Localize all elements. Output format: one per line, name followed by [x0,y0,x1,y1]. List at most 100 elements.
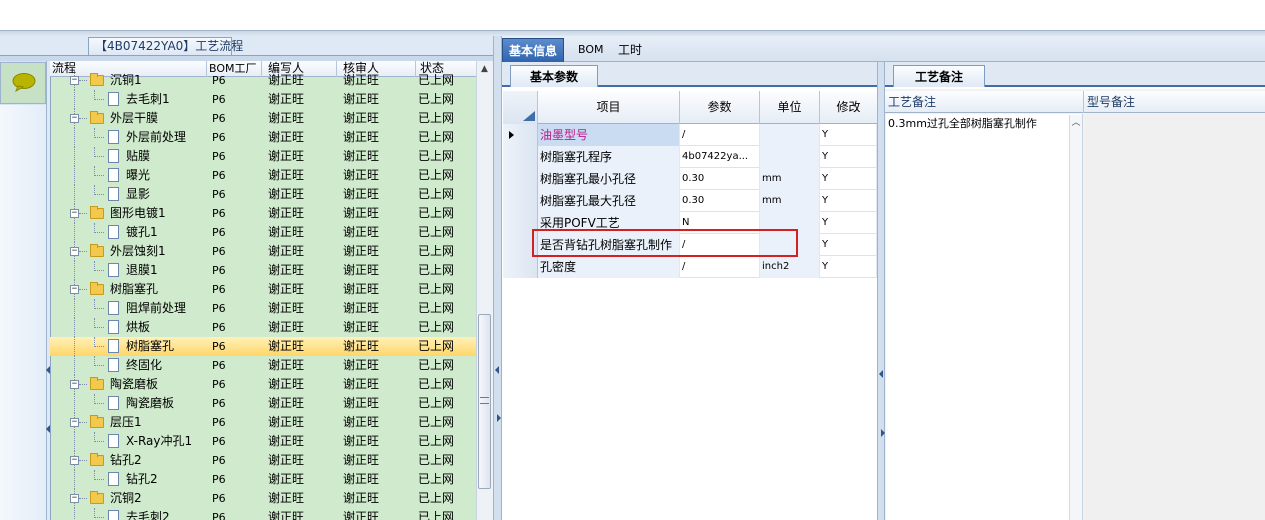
tree-folder-row[interactable]: − 层压1 P6 谢正旺 谢正旺 已上网 [50,413,476,432]
col-header-modify[interactable]: 修改 [820,91,877,124]
tab-basic-info[interactable]: 基本信息 [502,38,565,62]
collapse-toggle-icon[interactable]: − [70,456,79,465]
param-modify-cell[interactable]: Y [820,146,877,168]
tab-basic-params[interactable]: 基本参数 [510,65,598,87]
tree-step-row[interactable]: 贴膜 P6 谢正旺 谢正旺 已上网 [50,147,476,166]
param-row[interactable]: 油墨型号 / Y [503,124,877,146]
tree-step-row[interactable]: 去毛刺2 P6 谢正旺 谢正旺 已上网 [50,508,476,520]
param-modify-cell[interactable]: Y [820,190,877,212]
param-unit-cell[interactable] [760,124,820,146]
collapse-left-arrow-icon[interactable] [46,425,50,433]
tree-step-row[interactable]: 树脂塞孔 P6 谢正旺 谢正旺 已上网 [50,337,476,356]
collapse-left-arrow-icon[interactable] [495,366,499,374]
tree-line [74,185,75,204]
param-modify-cell[interactable]: Y [820,124,877,146]
tree-folder-row[interactable]: − 沉铜2 P6 谢正旺 谢正旺 已上网 [50,489,476,508]
tree-line [94,270,104,271]
model-note-field[interactable] [1085,114,1265,520]
tree-step-row[interactable]: 阻焊前处理 P6 谢正旺 谢正旺 已上网 [50,299,476,318]
chat-bubble-icon[interactable] [12,72,36,92]
process-note-text[interactable]: 0.3mm过孔全部树脂塞孔制作 [888,115,1037,131]
collapse-toggle-icon[interactable]: − [70,494,79,503]
collapse-toggle-icon[interactable]: − [70,285,79,294]
step-name: 钻孔2 [126,472,158,486]
collapse-left-arrow-icon[interactable] [879,370,883,378]
bom-factory-cell: P6 [212,473,226,486]
tree-folder-row[interactable]: − 钻孔2 P6 谢正旺 谢正旺 已上网 [50,451,476,470]
param-value-cell[interactable]: / [680,124,760,146]
tree-step-row[interactable]: 显影 P6 谢正旺 谢正旺 已上网 [50,185,476,204]
param-unit-cell[interactable]: mm [760,168,820,190]
param-row[interactable]: 树脂塞孔程序 4b07422ya... Y [503,146,877,168]
row-indicator[interactable] [503,168,538,190]
col-header-process-note[interactable]: 工艺备注 [885,91,1084,113]
tree-line [94,232,104,233]
tree-step-row[interactable]: 去毛刺1 P6 谢正旺 谢正旺 已上网 [50,90,476,109]
param-row[interactable]: 树脂塞孔最大孔径 0.30 mm Y [503,190,877,212]
param-modify-cell[interactable]: Y [820,212,877,234]
process-flow-title: 【4B07422YA0】工艺流程 [88,37,243,55]
tree-step-row[interactable]: 外层前处理 P6 谢正旺 谢正旺 已上网 [50,128,476,147]
tree-folder-row[interactable]: − 陶瓷磨板 P6 谢正旺 谢正旺 已上网 [50,375,476,394]
col-header-param[interactable]: 参数 [680,91,760,124]
tree-step-row[interactable]: 镀孔1 P6 谢正旺 谢正旺 已上网 [50,223,476,242]
param-value-cell[interactable]: 0.30 [680,168,760,190]
tree-step-row[interactable]: 退膜1 P6 谢正旺 谢正旺 已上网 [50,261,476,280]
param-value-cell[interactable]: / [680,256,760,278]
tree-folder-row[interactable]: − 外层干膜 P6 谢正旺 谢正旺 已上网 [50,109,476,128]
param-value-cell[interactable]: 0.30 [680,190,760,212]
param-unit-cell[interactable] [760,146,820,168]
status-cell: 已上网 [418,472,455,486]
col-header-model-note[interactable]: 型号备注 [1084,91,1265,113]
note-scrollbar[interactable]: ︿ [1069,115,1082,520]
tree-folder-row[interactable]: − 图形电镀1 P6 谢正旺 谢正旺 已上网 [50,204,476,223]
tree-line [74,90,75,109]
collapse-toggle-icon[interactable]: − [70,247,79,256]
tree-step-row[interactable]: 陶瓷磨板 P6 谢正旺 谢正旺 已上网 [50,394,476,413]
row-indicator[interactable] [503,190,538,212]
col-header-item[interactable]: 项目 [538,91,680,124]
param-modify-cell[interactable]: Y [820,234,877,256]
param-modify-cell[interactable]: Y [820,256,877,278]
tree-step-row[interactable]: 钻孔2 P6 谢正旺 谢正旺 已上网 [50,470,476,489]
param-unit-cell[interactable]: inch2 [760,256,820,278]
status-cell: 已上网 [418,130,455,144]
row-indicator[interactable] [503,256,538,278]
tree-step-row[interactable]: 曝光 P6 谢正旺 谢正旺 已上网 [50,166,476,185]
tab-work-hours[interactable]: 工时 [612,38,648,62]
scroll-up-arrow-icon[interactable]: ▲ [477,62,492,76]
param-value-cell[interactable]: 4b07422ya... [680,146,760,168]
scroll-up-arrow-icon[interactable]: ︿ [1071,118,1080,128]
collapse-toggle-icon[interactable]: − [70,114,79,123]
writer-cell: 谢正旺 [268,225,305,239]
param-row[interactable]: 孔密度 / inch2 Y [503,256,877,278]
collapse-toggle-icon[interactable]: − [70,380,79,389]
reviewer-cell: 谢正旺 [343,301,380,315]
tab-bom[interactable]: BOM [572,38,610,62]
tree-folder-row[interactable]: − 沉铜1 P6 谢正旺 谢正旺 已上网 [50,71,476,90]
tree-step-row[interactable]: 烘板 P6 谢正旺 谢正旺 已上网 [50,318,476,337]
collapse-toggle-icon[interactable]: − [70,209,79,218]
tree-step-row[interactable]: 终固化 P6 谢正旺 谢正旺 已上网 [50,356,476,375]
tree-step-row[interactable]: X-Ray冲孔1 P6 谢正旺 谢正旺 已上网 [50,432,476,451]
param-modify-cell[interactable]: Y [820,168,877,190]
tree-folder-row[interactable]: − 外层蚀刻1 P6 谢正旺 谢正旺 已上网 [50,242,476,261]
col-header-unit[interactable]: 单位 [760,91,820,124]
step-name: 镀孔1 [126,225,158,239]
row-indicator[interactable] [503,124,538,146]
tree-folder-row[interactable]: − 树脂塞孔 P6 谢正旺 谢正旺 已上网 [50,280,476,299]
param-unit-cell[interactable]: mm [760,190,820,212]
tab-process-notes[interactable]: 工艺备注 [893,65,985,87]
reviewer-cell: 谢正旺 [343,396,380,410]
vertical-splitter-right[interactable] [877,62,885,520]
row-header-corner [503,91,538,124]
collapse-toggle-icon[interactable]: − [70,418,79,427]
expand-right-arrow-icon[interactable] [497,414,501,422]
collapse-toggle-icon[interactable]: − [70,76,79,85]
row-indicator[interactable] [503,146,538,168]
process-note-field[interactable] [886,114,1083,520]
vertical-splitter-left[interactable] [493,36,502,520]
collapse-left-arrow-icon[interactable] [46,366,50,374]
writer-cell: 谢正旺 [268,168,305,182]
param-row[interactable]: 树脂塞孔最小孔径 0.30 mm Y [503,168,877,190]
